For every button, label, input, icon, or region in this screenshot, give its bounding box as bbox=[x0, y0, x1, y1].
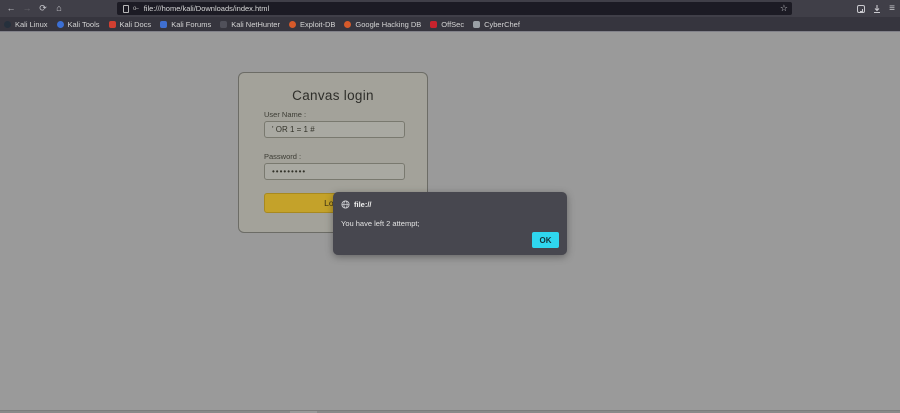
browser-toolbar: ← → ⟳ ⌂ o– file:///home/kali/Downloads/i… bbox=[0, 0, 900, 17]
download-icon[interactable] bbox=[872, 4, 882, 14]
bookmark-kali-linux[interactable]: Kali Linux bbox=[4, 20, 48, 29]
page-title: Canvas login bbox=[239, 88, 427, 103]
bookmark-kali-forums[interactable]: Kali Forums bbox=[160, 20, 211, 29]
kali-tools-icon bbox=[57, 21, 64, 28]
exploit-db-icon bbox=[289, 21, 296, 28]
password-label: Password : bbox=[264, 152, 301, 161]
bookmark-exploit-db[interactable]: Exploit-DB bbox=[289, 20, 335, 29]
home-icon[interactable]: ⌂ bbox=[51, 1, 67, 16]
back-icon[interactable]: ← bbox=[3, 1, 19, 16]
bookmark-google-hacking-db[interactable]: Google Hacking DB bbox=[344, 20, 421, 29]
url-text[interactable]: file:///home/kali/Downloads/index.html bbox=[144, 4, 269, 13]
google-hacking-db-icon bbox=[344, 21, 351, 28]
password-field[interactable] bbox=[264, 163, 405, 180]
page-content: Canvas login User Name : Password : Logi… bbox=[0, 31, 900, 413]
extensions-icon[interactable] bbox=[857, 5, 865, 13]
bookmark-star-icon[interactable]: ☆ bbox=[780, 3, 788, 14]
cyberchef-icon bbox=[473, 21, 480, 28]
kali-docs-icon bbox=[109, 21, 116, 28]
permissions-icon[interactable]: o– bbox=[133, 6, 138, 12]
forward-icon[interactable]: → bbox=[19, 1, 35, 16]
bookmark-offsec[interactable]: OffSec bbox=[430, 20, 464, 29]
kali-nethunter-icon bbox=[220, 21, 227, 28]
kali-linux-icon bbox=[4, 21, 11, 28]
browser-window: ← → ⟳ ⌂ o– file:///home/kali/Downloads/i… bbox=[0, 0, 900, 413]
ok-button[interactable]: OK bbox=[532, 232, 559, 248]
alert-source: file:// bbox=[354, 200, 372, 209]
url-bar[interactable]: o– file:///home/kali/Downloads/index.htm… bbox=[117, 2, 792, 15]
alert-dialog-header: file:// bbox=[333, 192, 567, 209]
reload-icon[interactable]: ⟳ bbox=[35, 1, 51, 16]
page-proxy-icon bbox=[123, 5, 129, 13]
offsec-icon bbox=[430, 21, 437, 28]
alert-dialog: file:// You have left 2 attempt; OK bbox=[333, 192, 567, 255]
globe-icon bbox=[341, 200, 350, 209]
alert-message: You have left 2 attempt; bbox=[341, 219, 567, 228]
bookmarks-bar: Kali Linux Kali Tools Kali Docs Kali For… bbox=[0, 17, 900, 31]
bookmark-kali-nethunter[interactable]: Kali NetHunter bbox=[220, 20, 280, 29]
bookmark-kali-tools[interactable]: Kali Tools bbox=[57, 20, 100, 29]
hamburger-menu-icon[interactable]: ≡ bbox=[889, 3, 895, 14]
username-field[interactable] bbox=[264, 121, 405, 138]
kali-forums-icon bbox=[160, 21, 167, 28]
username-label: User Name : bbox=[264, 110, 306, 119]
bookmark-cyberchef[interactable]: CyberChef bbox=[473, 20, 520, 29]
bookmark-kali-docs[interactable]: Kali Docs bbox=[109, 20, 152, 29]
